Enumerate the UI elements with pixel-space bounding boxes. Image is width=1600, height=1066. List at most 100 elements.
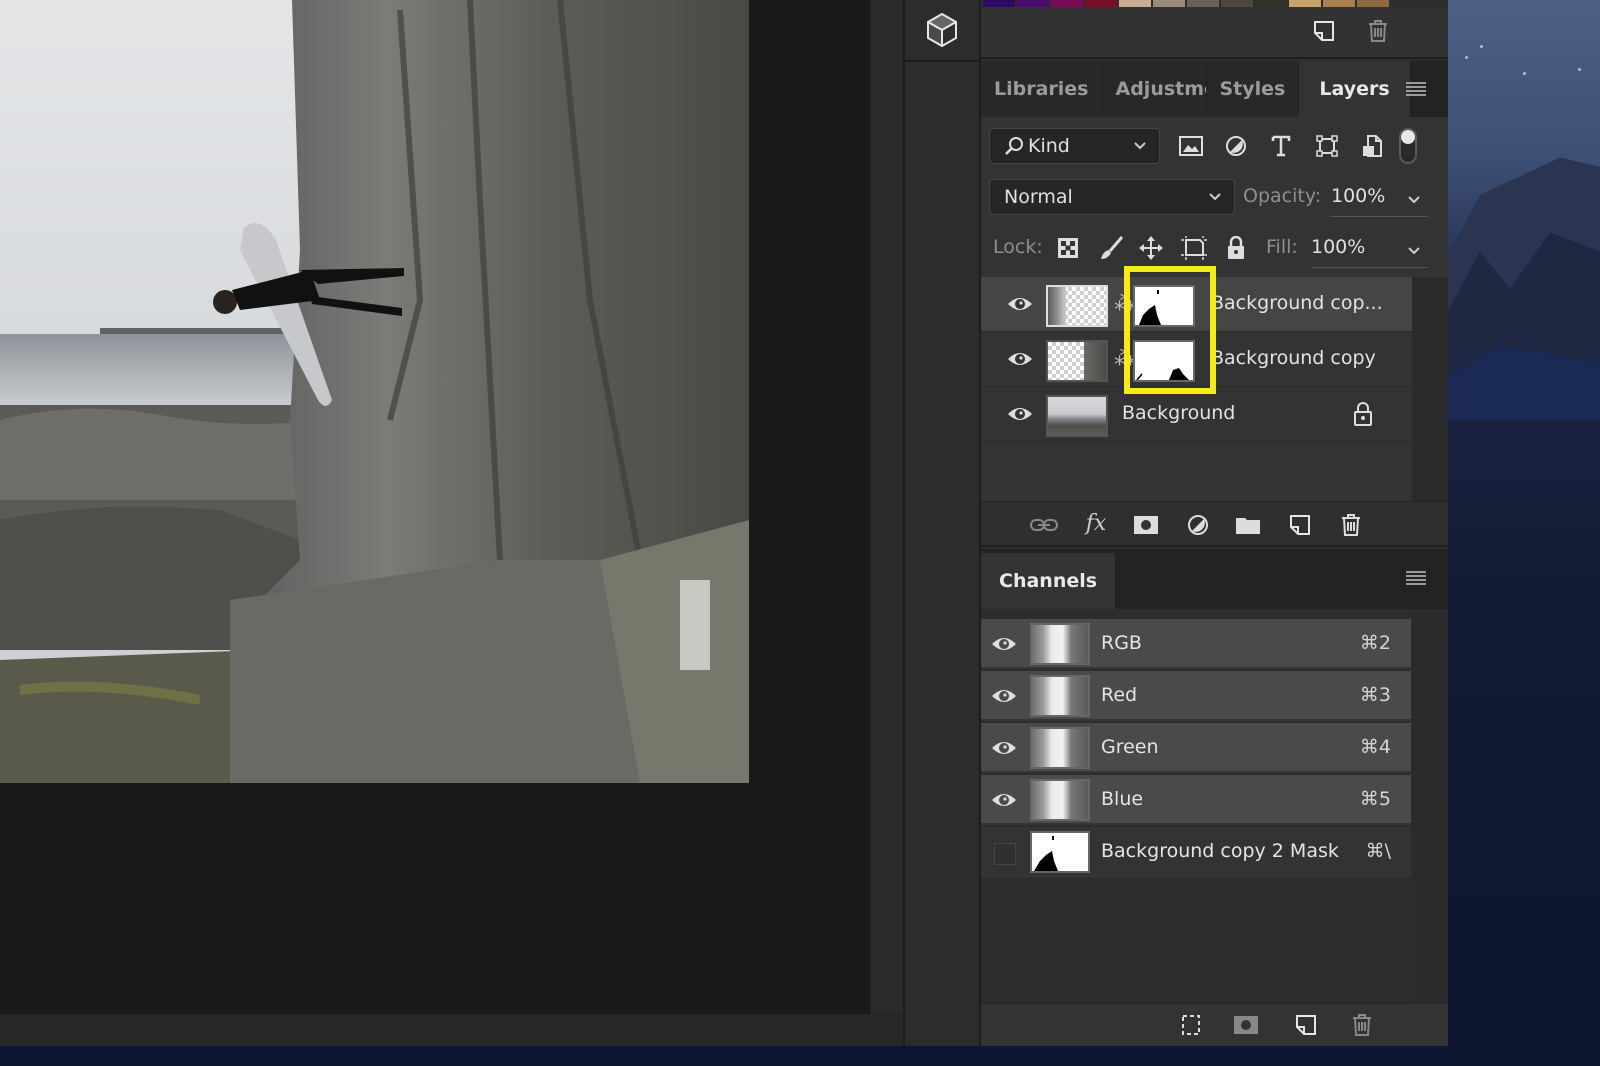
trash-icon bbox=[1342, 514, 1360, 536]
add-mask-button[interactable] bbox=[1131, 510, 1161, 540]
layer-row[interactable]: ⁂ Background cop... bbox=[981, 277, 1412, 332]
channel-shortcut: ⌘3 bbox=[1359, 684, 1391, 706]
link-layers-button[interactable] bbox=[1029, 510, 1059, 540]
color-swatch[interactable] bbox=[983, 0, 1015, 7]
filter-adjustment-layers[interactable] bbox=[1221, 131, 1251, 161]
panel-menu-icon[interactable] bbox=[1406, 82, 1426, 96]
color-swatch[interactable] bbox=[1187, 0, 1219, 7]
layer-name[interactable]: Background cop... bbox=[1211, 292, 1383, 314]
tab-adjustments[interactable]: Adjustme bbox=[1102, 61, 1207, 117]
color-swatch[interactable] bbox=[1119, 0, 1151, 7]
eye-icon[interactable] bbox=[1007, 404, 1033, 424]
delete-channel-button[interactable] bbox=[1347, 1010, 1377, 1040]
load-channel-as-selection-button[interactable] bbox=[1176, 1010, 1206, 1040]
lock-artboard[interactable] bbox=[1179, 233, 1209, 263]
tab-libraries[interactable]: Libraries bbox=[981, 61, 1103, 117]
channel-shortcut: ⌘\ bbox=[1365, 840, 1391, 862]
eye-icon[interactable] bbox=[991, 634, 1017, 654]
channels-footer-toolbar bbox=[981, 1003, 1448, 1046]
channel-row-rgb[interactable]: RGB ⌘2 bbox=[981, 619, 1411, 669]
filter-type-layers[interactable] bbox=[1266, 131, 1296, 161]
search-icon bbox=[1005, 137, 1023, 155]
filter-pixel-layers[interactable] bbox=[1176, 131, 1206, 161]
document-canvas[interactable] bbox=[0, 0, 870, 1014]
lock-position[interactable] bbox=[1136, 233, 1166, 263]
canvas-horizontal-scrollbar[interactable] bbox=[0, 1014, 903, 1046]
delete-layer-button[interactable] bbox=[1336, 510, 1366, 540]
new-adjustment-layer-button[interactable] bbox=[1183, 510, 1213, 540]
layer-thumbnail[interactable] bbox=[1046, 340, 1108, 382]
layer-name[interactable]: Background bbox=[1122, 402, 1235, 424]
channel-visibility-checkbox[interactable] bbox=[994, 843, 1016, 865]
new-item-icon bbox=[1314, 21, 1334, 41]
adjustment-icon bbox=[1226, 136, 1246, 156]
layer-row[interactable]: Background bbox=[981, 387, 1412, 442]
color-swatch[interactable] bbox=[1051, 0, 1083, 7]
layer-row[interactable]: ⁂ Background copy bbox=[981, 332, 1412, 387]
tab-layers[interactable]: Layers bbox=[1299, 61, 1411, 117]
color-swatch[interactable] bbox=[1255, 0, 1287, 7]
layer-name[interactable]: Background copy bbox=[1211, 347, 1376, 369]
color-swatch[interactable] bbox=[1153, 0, 1185, 7]
tab-channels[interactable]: Channels bbox=[981, 553, 1117, 609]
mask-icon bbox=[1234, 1016, 1258, 1034]
new-group-button[interactable] bbox=[1233, 510, 1263, 540]
new-channel-button[interactable] bbox=[1291, 1010, 1321, 1040]
opacity-dropdown-chevron-icon[interactable] bbox=[1407, 192, 1421, 206]
channel-row-mask[interactable]: Background copy 2 Mask ⌘\ bbox=[981, 827, 1411, 877]
filter-smart-objects[interactable] bbox=[1357, 131, 1387, 161]
filter-shape-layers[interactable] bbox=[1312, 131, 1342, 161]
lock-image-pixels[interactable] bbox=[1096, 233, 1126, 263]
canvas-vertical-scrollbar[interactable] bbox=[870, 0, 903, 1046]
eye-icon[interactable] bbox=[991, 686, 1017, 706]
channels-menu-icon[interactable] bbox=[1406, 571, 1426, 585]
color-swatch[interactable] bbox=[1017, 0, 1049, 7]
channels-panel: RGB ⌘2 Red ⌘3 Green ⌘4 Blue ⌘5 Backgroun bbox=[981, 609, 1448, 1003]
fill-dropdown-chevron-icon[interactable] bbox=[1407, 243, 1421, 257]
new-swatch-button[interactable] bbox=[1309, 16, 1339, 46]
save-selection-as-channel-button[interactable] bbox=[1231, 1010, 1261, 1040]
delete-swatch-button[interactable] bbox=[1363, 16, 1393, 46]
layer-thumbnail[interactable] bbox=[1046, 395, 1108, 437]
channel-name: Red bbox=[1101, 684, 1138, 706]
opacity-underline bbox=[1331, 216, 1428, 217]
channel-row-red[interactable]: Red ⌘3 bbox=[981, 671, 1411, 721]
blend-mode-value: Normal bbox=[1004, 186, 1073, 208]
eye-icon[interactable] bbox=[991, 790, 1017, 810]
3d-panel-button[interactable] bbox=[905, 0, 979, 62]
layer-thumbnail[interactable] bbox=[1046, 285, 1108, 327]
tab-styles[interactable]: Styles bbox=[1206, 61, 1300, 117]
eye-icon[interactable] bbox=[991, 738, 1017, 758]
fill-input[interactable]: 100% bbox=[1311, 236, 1365, 258]
new-layer-button[interactable] bbox=[1285, 510, 1315, 540]
color-swatch[interactable] bbox=[1221, 0, 1253, 7]
color-swatch[interactable] bbox=[1323, 0, 1355, 7]
layer-mask-thumbnail[interactable] bbox=[1133, 340, 1195, 382]
lock-transparent-pixels[interactable] bbox=[1053, 233, 1083, 263]
canvas-image[interactable] bbox=[0, 0, 749, 783]
opacity-input[interactable]: 100% bbox=[1331, 185, 1385, 207]
eye-icon[interactable] bbox=[1007, 294, 1033, 314]
channel-name: Blue bbox=[1101, 788, 1144, 810]
fill-underline bbox=[1311, 267, 1428, 268]
eye-icon[interactable] bbox=[1007, 349, 1033, 369]
channel-name: RGB bbox=[1101, 632, 1142, 654]
layer-mask-thumbnail[interactable] bbox=[1133, 285, 1195, 327]
layers-scrollbar[interactable] bbox=[1412, 277, 1448, 501]
mask-silhouette bbox=[1034, 836, 1058, 871]
layer-filter-dropdown[interactable]: Kind bbox=[989, 128, 1160, 164]
color-swatch[interactable] bbox=[1357, 0, 1389, 7]
blend-mode-dropdown[interactable]: Normal bbox=[989, 179, 1235, 215]
color-swatch[interactable] bbox=[1289, 0, 1321, 7]
channel-row-blue[interactable]: Blue ⌘5 bbox=[981, 775, 1411, 825]
color-swatch[interactable] bbox=[1085, 0, 1117, 7]
channels-scrollbar[interactable] bbox=[1412, 609, 1448, 1003]
right-panel: Libraries Adjustme Styles Layers Kind bbox=[981, 0, 1448, 1046]
channel-row-green[interactable]: Green ⌘4 bbox=[981, 723, 1411, 773]
channel-shortcut: ⌘2 bbox=[1359, 632, 1391, 654]
filter-toggle-switch[interactable] bbox=[1399, 128, 1417, 164]
image-icon bbox=[1179, 136, 1203, 156]
layer-style-button[interactable]: fx bbox=[1081, 508, 1111, 538]
lock-all[interactable] bbox=[1221, 233, 1251, 263]
toggle-knob bbox=[1401, 130, 1415, 144]
